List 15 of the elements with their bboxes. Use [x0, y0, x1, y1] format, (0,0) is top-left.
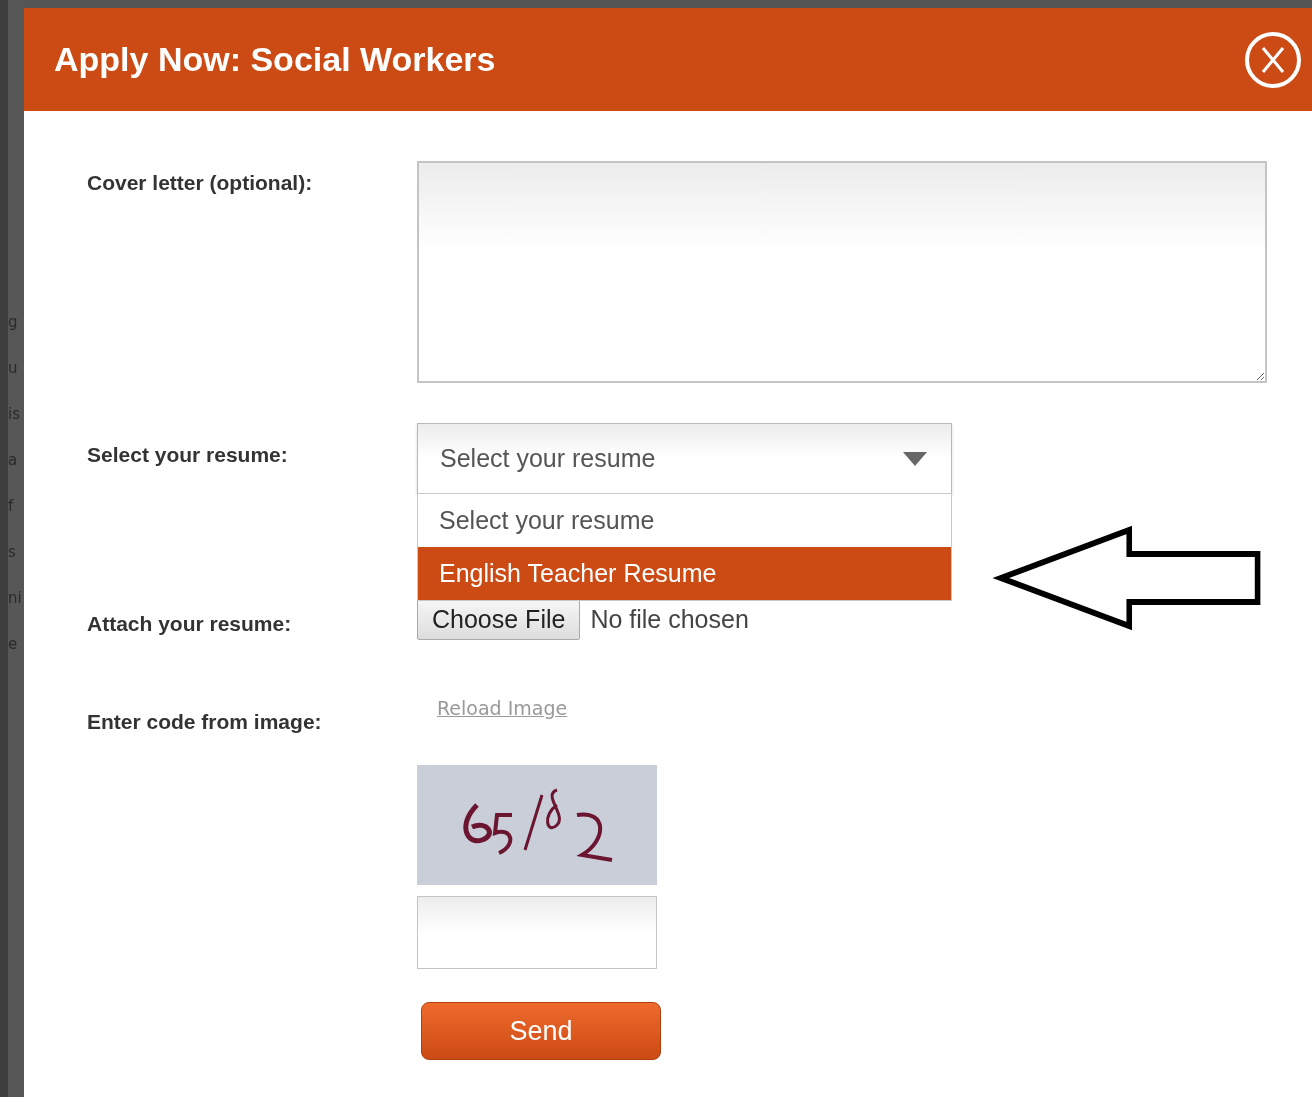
field-label: Select your resume: — [87, 443, 288, 466]
field-label: Cover letter (optional): — [87, 171, 313, 194]
dialog-title: Apply Now: Social Workers — [54, 40, 496, 79]
field-label: Attach your resume: — [87, 612, 292, 635]
dropdown-option[interactable]: English Teacher Resume — [418, 547, 951, 600]
close-button[interactable] — [1244, 30, 1302, 89]
send-button[interactable]: Send — [421, 1002, 661, 1060]
code-input-field[interactable] — [417, 896, 657, 969]
close-icon — [1244, 30, 1302, 89]
choose-file-button[interactable]: Choose File — [417, 599, 581, 640]
cover-letter-field[interactable] — [417, 161, 1267, 383]
file-status: No file chosen — [590, 605, 749, 634]
field-label: Enter code from image: — [87, 710, 322, 733]
resume-select[interactable]: Select your resume — [417, 423, 952, 494]
caret-icon — [903, 451, 927, 466]
